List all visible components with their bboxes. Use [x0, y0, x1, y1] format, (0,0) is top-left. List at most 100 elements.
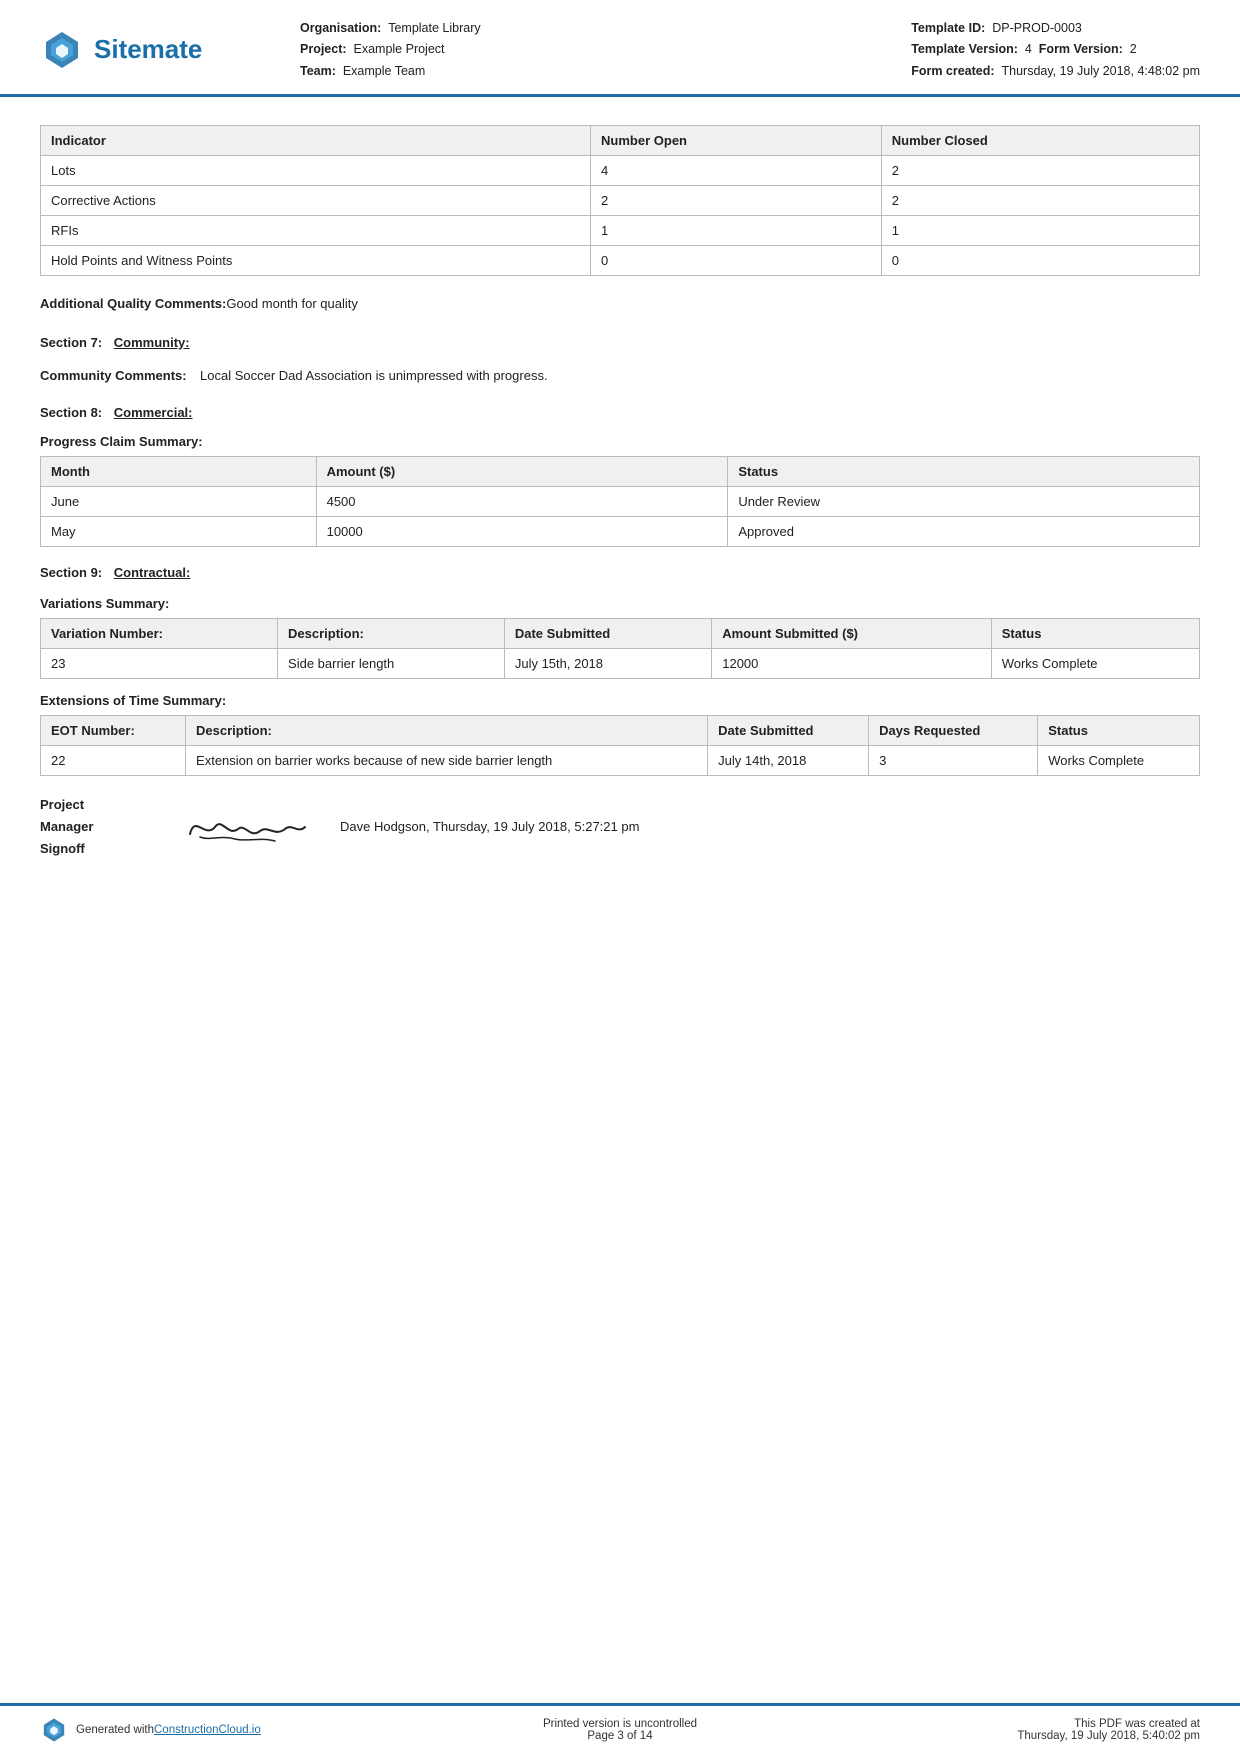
- team-line: Team: Example Team: [300, 61, 911, 82]
- indicator-cell: Hold Points and Witness Points: [41, 245, 591, 275]
- footer-right: This PDF was created at Thursday, 19 Jul…: [940, 1718, 1200, 1742]
- main-content: Indicator Number Open Number Closed Lots…: [0, 97, 1240, 940]
- section8-heading: Section 8: Commercial:: [40, 405, 1200, 420]
- footer-right-line2: Thursday, 19 July 2018, 5:40:02 pm: [940, 1730, 1200, 1742]
- footer-page-number: Page 3 of 14: [300, 1730, 940, 1742]
- status-cell: Under Review: [728, 486, 1200, 516]
- var-date-cell: July 15th, 2018: [504, 648, 711, 678]
- indicator-cell: Lots: [41, 155, 591, 185]
- signature-image: [180, 799, 310, 854]
- signature-svg: [180, 799, 310, 854]
- footer: Generated with ConstructionCloud.io Prin…: [0, 1703, 1240, 1754]
- eot-status-col: Status: [1038, 715, 1200, 745]
- variation-row: 23 Side barrier length July 15th, 2018 1…: [41, 648, 1200, 678]
- header-right: Template ID: DP-PROD-0003 Template Versi…: [911, 18, 1200, 82]
- indicator-row: Lots 4 2: [41, 155, 1200, 185]
- project-line: Project: Example Project: [300, 39, 911, 60]
- indicator-cell: Corrective Actions: [41, 185, 591, 215]
- footer-logo-icon: [40, 1716, 68, 1744]
- indicator-row: RFIs 1 1: [41, 215, 1200, 245]
- org-line: Organisation: Template Library: [300, 18, 911, 39]
- progress-claim-row: May 10000 Approved: [41, 516, 1200, 546]
- indicator-cell: RFIs: [41, 215, 591, 245]
- progress-claim-row: June 4500 Under Review: [41, 486, 1200, 516]
- eot-days-cell: 3: [869, 745, 1038, 775]
- status-col-header: Status: [728, 456, 1200, 486]
- eot-number-cell: 22: [41, 745, 186, 775]
- indicator-row: Hold Points and Witness Points 0 0: [41, 245, 1200, 275]
- section9-heading: Section 9: Contractual:: [40, 565, 1200, 580]
- section8-number: Section 8:: [40, 405, 102, 420]
- month-col-header: Month: [41, 456, 317, 486]
- footer-logo: Generated with ConstructionCloud.io: [40, 1716, 300, 1744]
- template-version-label: Template Version:: [911, 42, 1018, 56]
- eot-num-col: EOT Number:: [41, 715, 186, 745]
- section7-title: Community:: [114, 335, 190, 350]
- eot-date-col: Date Submitted: [708, 715, 869, 745]
- form-version-label: Form Version:: [1039, 42, 1123, 56]
- variations-title: Variations Summary:: [40, 596, 1200, 611]
- eot-desc-col: Description:: [186, 715, 708, 745]
- community-comments-row: Community Comments: Local Soccer Dad Ass…: [40, 362, 1200, 389]
- section7-number: Section 7:: [40, 335, 102, 350]
- var-date-col: Date Submitted: [504, 618, 711, 648]
- section9-title: Contractual:: [114, 565, 191, 580]
- signoff-label: Project Manager Signoff: [40, 794, 150, 860]
- eot-title: Extensions of Time Summary:: [40, 693, 1200, 708]
- project-value: Example Project: [354, 42, 445, 56]
- var-status-cell: Works Complete: [991, 648, 1199, 678]
- amount-col-header: Amount ($): [316, 456, 728, 486]
- progress-claim-title: Progress Claim Summary:: [40, 434, 1200, 449]
- org-value: Template Library: [388, 21, 480, 35]
- template-id-value: DP-PROD-0003: [992, 21, 1082, 35]
- eot-days-col: Days Requested: [869, 715, 1038, 745]
- eot-date-cell: July 14th, 2018: [708, 745, 869, 775]
- community-comments-value: Local Soccer Dad Association is unimpres…: [200, 368, 1200, 383]
- section9-number: Section 9:: [40, 565, 102, 580]
- footer-right-line1: This PDF was created at: [940, 1718, 1200, 1730]
- org-label: Organisation:: [300, 21, 381, 35]
- template-id-line: Template ID: DP-PROD-0003: [911, 18, 1200, 39]
- form-created-value: Thursday, 19 July 2018, 4:48:02 pm: [1002, 64, 1201, 78]
- template-version-line: Template Version: 4 Form Version: 2: [911, 39, 1200, 60]
- month-cell: May: [41, 516, 317, 546]
- signoff-label3: Signoff: [40, 838, 150, 860]
- footer-link[interactable]: ConstructionCloud.io: [154, 1724, 261, 1736]
- eot-status-cell: Works Complete: [1038, 745, 1200, 775]
- eot-row: 22 Extension on barrier works because of…: [41, 745, 1200, 775]
- open-cell: 4: [591, 155, 882, 185]
- additional-quality-label: Additional Quality Comments:: [40, 296, 226, 311]
- footer-center-line1: Printed version is uncontrolled: [300, 1718, 940, 1730]
- var-amount-col: Amount Submitted ($): [712, 618, 991, 648]
- status-cell: Approved: [728, 516, 1200, 546]
- var-num-col: Variation Number:: [41, 618, 278, 648]
- amount-cell: 10000: [316, 516, 728, 546]
- signoff-details: Dave Hodgson, Thursday, 19 July 2018, 5:…: [340, 819, 639, 834]
- open-cell: 0: [591, 245, 882, 275]
- logo-area: Sitemate: [40, 28, 260, 72]
- number-closed-col-header: Number Closed: [881, 125, 1199, 155]
- indicator-row: Corrective Actions 2 2: [41, 185, 1200, 215]
- logo-text: Sitemate: [94, 34, 202, 65]
- header-meta: Organisation: Template Library Project: …: [260, 18, 911, 82]
- template-id-label: Template ID:: [911, 21, 985, 35]
- number-open-col-header: Number Open: [591, 125, 882, 155]
- closed-cell: 2: [881, 155, 1199, 185]
- variations-table: Variation Number: Description: Date Subm…: [40, 618, 1200, 679]
- eot-desc-cell: Extension on barrier works because of ne…: [186, 745, 708, 775]
- progress-claim-table: Month Amount ($) Status June 4500 Under …: [40, 456, 1200, 547]
- sitemate-logo-icon: [40, 28, 84, 72]
- amount-cell: 4500: [316, 486, 728, 516]
- section8-title: Commercial:: [114, 405, 193, 420]
- eot-table: EOT Number: Description: Date Submitted …: [40, 715, 1200, 776]
- footer-center: Printed version is uncontrolled Page 3 o…: [300, 1718, 940, 1742]
- var-amount-cell: 12000: [712, 648, 991, 678]
- signoff-label1: Project: [40, 794, 150, 816]
- open-cell: 1: [591, 215, 882, 245]
- var-desc-cell: Side barrier length: [278, 648, 505, 678]
- closed-cell: 0: [881, 245, 1199, 275]
- signoff-area: Project Manager Signoff Dave Hodgson, Th…: [40, 794, 1200, 860]
- additional-quality-row: Additional Quality Comments: Good month …: [40, 290, 1200, 317]
- footer-generated-text: Generated with: [76, 1724, 154, 1736]
- var-desc-col: Description:: [278, 618, 505, 648]
